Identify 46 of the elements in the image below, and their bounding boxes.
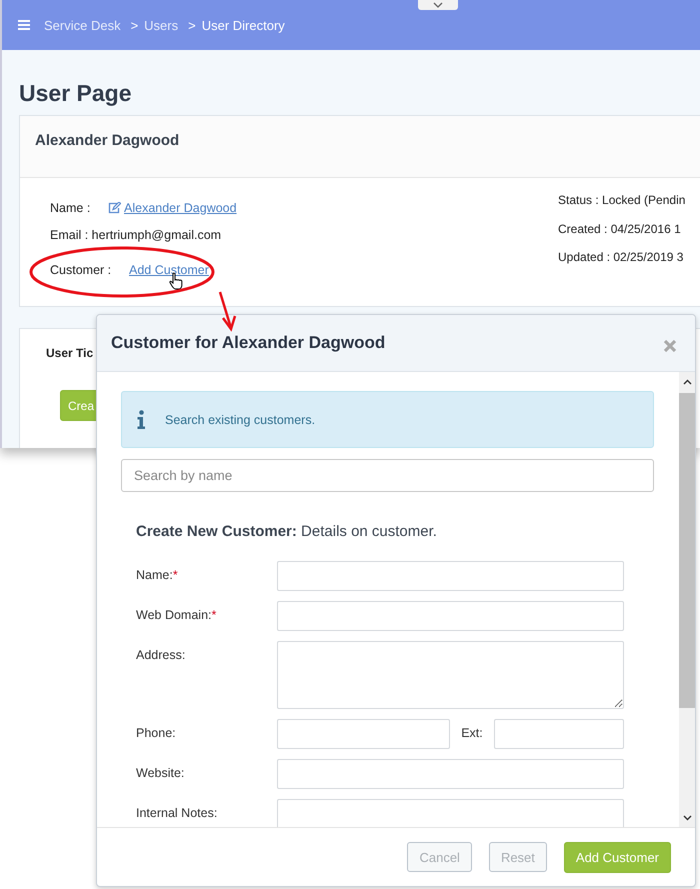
breadcrumb-link[interactable]: User Directory <box>202 18 285 32</box>
ext-field[interactable] <box>494 719 624 749</box>
detail-text: Status : Locked (Pendin <box>558 192 686 209</box>
chevron-down-icon[interactable] <box>682 815 692 821</box>
field-label: Ext: <box>460 725 484 740</box>
field-label: Phone: <box>136 725 177 740</box>
info-text: Search existing customers. <box>165 412 316 426</box>
search-field[interactable]: Search by name <box>121 459 654 492</box>
chevron-up-icon[interactable] <box>682 379 692 385</box>
field-label: Website: <box>136 765 186 780</box>
section-heading: Create New Customer: Details on customer. <box>136 523 438 540</box>
detail-text: Email : hertriumph@gmail.com <box>50 228 222 242</box>
scrollbar[interactable] <box>679 372 695 827</box>
field-label: Internal Notes: <box>136 805 218 820</box>
address-field[interactable] <box>277 641 624 709</box>
name-link[interactable]: Alexander Dagwood <box>108 200 237 214</box>
breadcrumb-link[interactable]: Service Desk <box>44 18 121 32</box>
close-icon[interactable] <box>663 339 677 353</box>
breadcrumb-separator: > <box>188 18 196 32</box>
edit-icon <box>108 202 121 214</box>
chevron-down-icon <box>433 2 443 8</box>
detail-label: Name : <box>50 200 92 214</box>
breadcrumb-link[interactable]: Users <box>144 18 178 32</box>
info-icon <box>137 410 145 429</box>
input-field[interactable] <box>277 799 624 827</box>
annotation-arrow <box>218 292 236 332</box>
breadcrumb-separator: > <box>130 18 138 32</box>
field-label: Name:* <box>136 567 179 582</box>
user-name-title: Alexander Dagwood <box>35 132 180 149</box>
page-title: User Page <box>19 80 133 107</box>
field-label: Web Domain:* <box>136 607 218 622</box>
input-field[interactable] <box>277 601 624 631</box>
menu-icon[interactable] <box>18 20 30 30</box>
add-customer-link[interactable]: Add Customer <box>129 262 209 276</box>
input-field[interactable] <box>277 759 624 789</box>
collapse-handle[interactable] <box>418 0 458 10</box>
scrollbar-thumb[interactable] <box>679 393 695 708</box>
add-customer-button[interactable]: Add Customer <box>564 842 671 872</box>
dialog-title: Customer for Alexander Dagwood <box>111 333 386 353</box>
phone-field[interactable] <box>277 719 450 749</box>
tickets-title: User Tic <box>46 346 94 360</box>
detail-text: Updated : 02/25/2019 3 <box>558 249 684 266</box>
field-label: Address: <box>136 647 186 662</box>
input-field[interactable] <box>277 561 624 591</box>
detail-label: Customer : <box>50 262 112 276</box>
detail-text: Created : 04/25/2016 1 <box>558 220 682 238</box>
